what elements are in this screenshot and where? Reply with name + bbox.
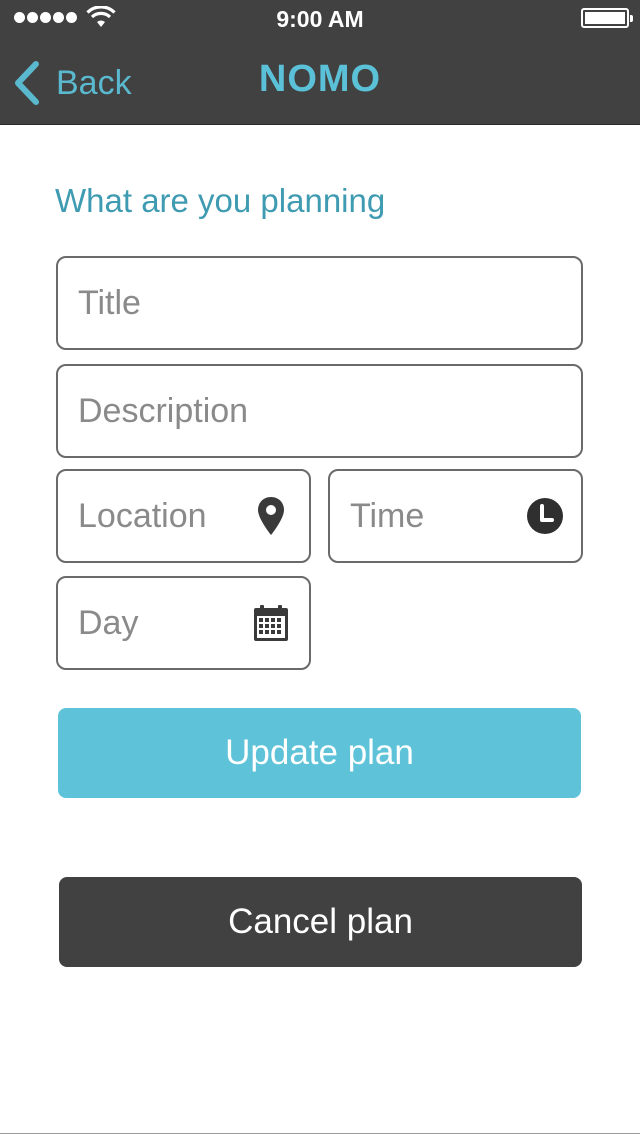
day-field <box>56 576 311 670</box>
status-bar: 9:00 AM <box>0 0 640 40</box>
status-time: 9:00 AM <box>276 6 364 32</box>
time-field <box>328 469 583 563</box>
clock-icon[interactable] <box>526 497 564 535</box>
battery-icon <box>581 8 633 28</box>
title-input[interactable] <box>58 258 581 348</box>
title-field <box>56 256 583 350</box>
calendar-icon[interactable] <box>253 604 289 642</box>
map-pin-icon[interactable] <box>256 496 286 536</box>
form-heading: What are you planning <box>55 182 386 219</box>
description-field <box>56 364 583 458</box>
navigation-bar: 9:00 AM Back NOMO <box>0 0 640 125</box>
cancel-plan-button[interactable]: Cancel plan <box>59 877 582 967</box>
app-title: NOMO <box>258 58 382 100</box>
update-plan-button[interactable]: Update plan <box>58 708 581 798</box>
bottom-divider <box>0 1133 640 1134</box>
location-field <box>56 469 311 563</box>
description-input[interactable] <box>58 366 581 456</box>
